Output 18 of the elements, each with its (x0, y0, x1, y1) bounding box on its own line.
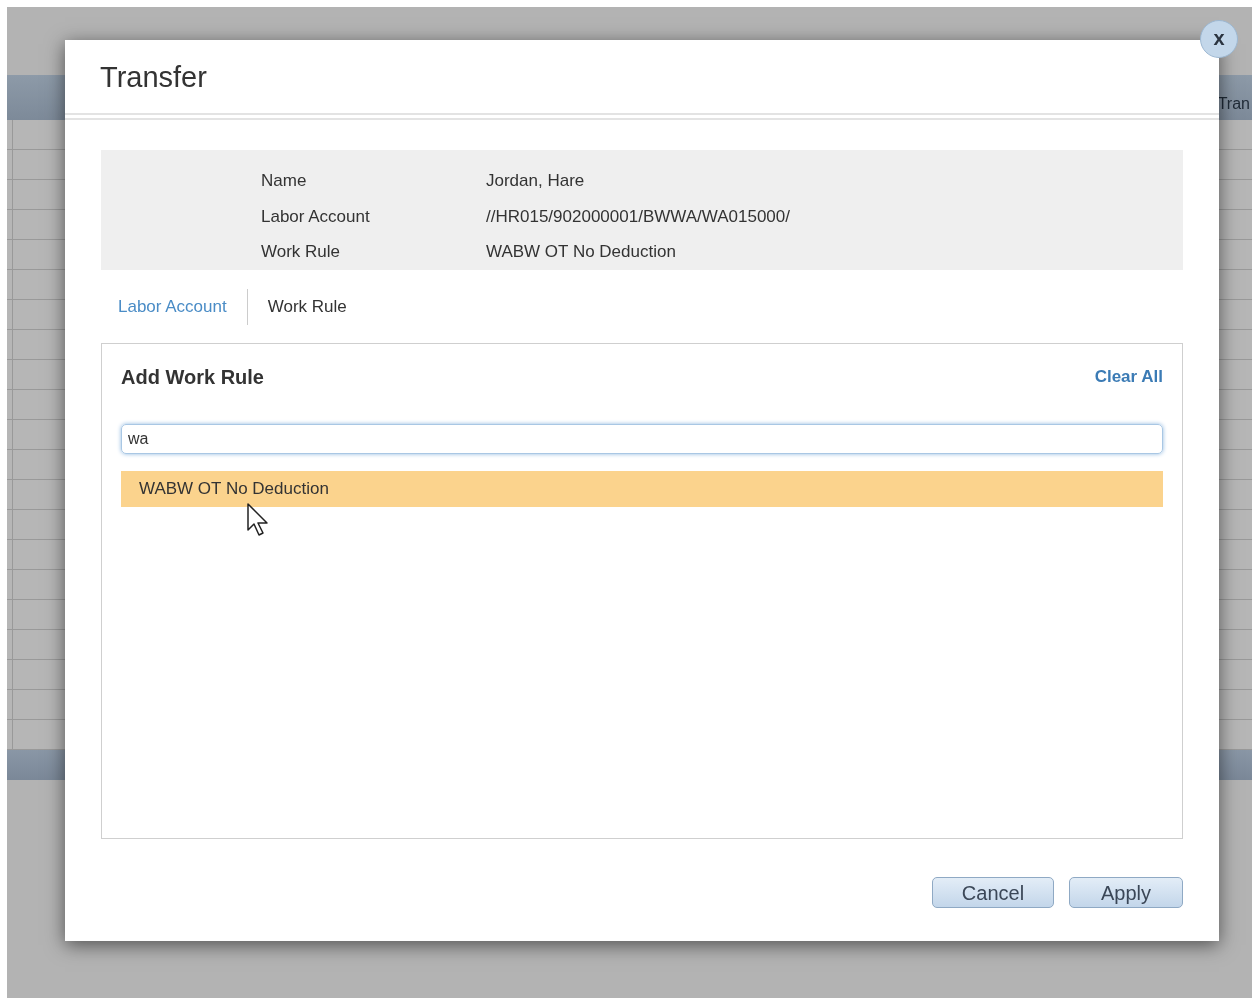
mouse-pointer-icon (247, 503, 269, 537)
close-button[interactable]: x (1200, 20, 1238, 58)
detail-label: Work Rule (261, 241, 342, 263)
detail-value: WABW OT No Deduction (486, 241, 677, 263)
tab[interactable]: Labor Account (118, 294, 227, 320)
dialog-button[interactable]: Apply (1069, 877, 1183, 908)
detail-label: Name (261, 170, 308, 192)
column-header: Tran (1217, 93, 1251, 114)
panel-title: Add Work Rule (121, 365, 264, 390)
dialog-button[interactable]: Cancel (932, 877, 1054, 908)
search-field[interactable]: wa (121, 424, 1163, 454)
detail-value: //HR015/902000001/BWWA/WA015000/ (486, 205, 791, 228)
detail-value: Jordan, Hare (486, 170, 586, 192)
detail-label: Labor Account (261, 205, 371, 228)
dialog-title: Transfer (100, 59, 207, 95)
clear-all-link[interactable]: Clear All (1094, 364, 1163, 390)
tab[interactable]: Work Rule (267, 294, 347, 320)
suggestion-item[interactable]: WABW OT No Deduction (121, 471, 1163, 507)
